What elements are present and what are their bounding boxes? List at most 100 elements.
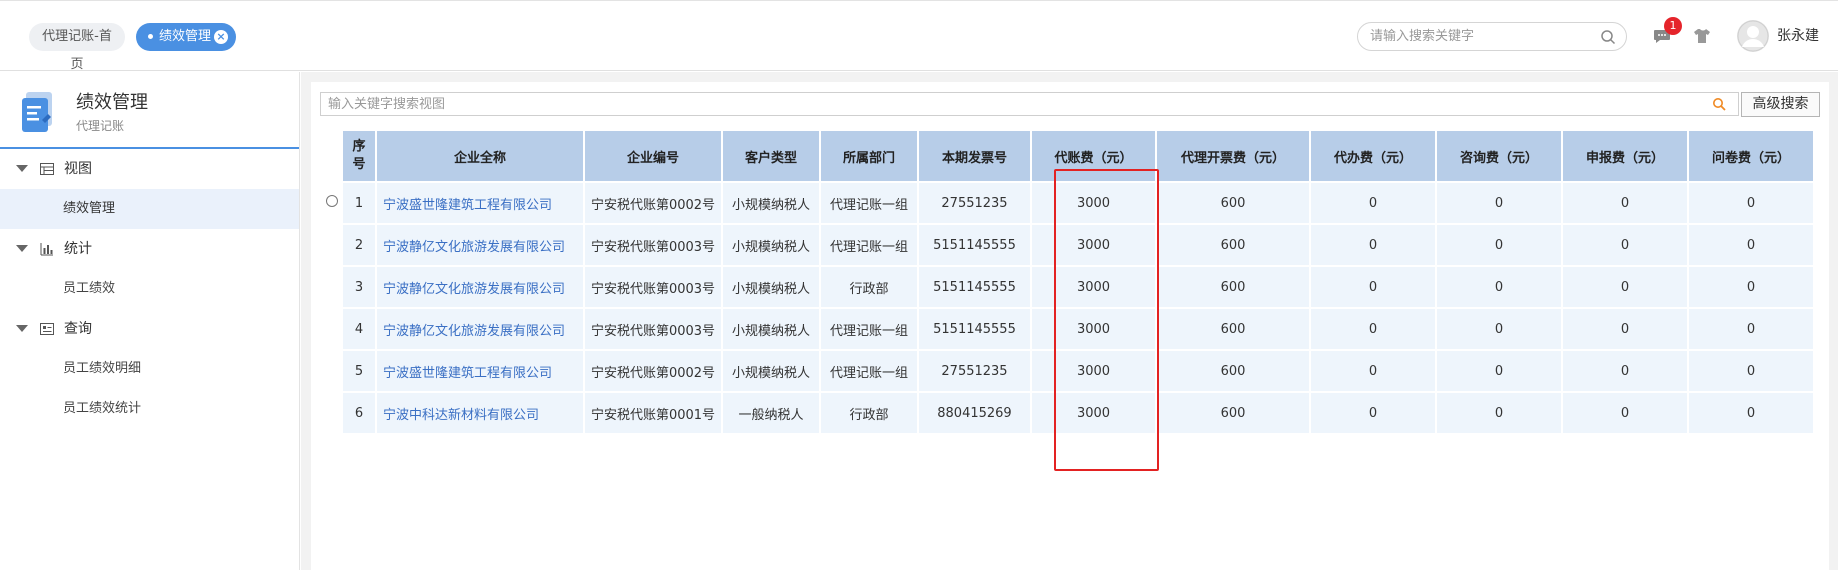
header-customer-type[interactable]: 客户类型 — [723, 131, 819, 181]
cell-invoice-no: 5151145555 — [919, 309, 1030, 349]
cell-customer-type: 小规模纳税人 — [723, 351, 819, 391]
table-row[interactable]: 3 宁波静亿文化旅游发展有限公司 宁安税代账第0003号 小规模纳税人 行政部 … — [323, 267, 1813, 307]
cell-agency-fee: 0 — [1311, 183, 1435, 223]
performance-table: 序号 企业全称 企业编号 客户类型 所属部门 本期发票号 代账费（元） 代理开票… — [321, 129, 1815, 435]
cell-filing-fee: 0 — [1563, 309, 1687, 349]
cell-index: 4 — [343, 309, 375, 349]
header-company-no[interactable]: 企业编号 — [585, 131, 721, 181]
search-icon[interactable] — [1600, 29, 1616, 45]
active-dot — [148, 34, 153, 39]
top-bar: 代理记账-首页 绩效管理 × 1 张永建 — [0, 0, 1838, 72]
sidebar-group-view[interactable]: 视图 — [0, 149, 299, 189]
cell-invoice-no: 5151145555 — [919, 267, 1030, 307]
cell-department: 代理记账一组 — [821, 351, 917, 391]
header-department[interactable]: 所属部门 — [821, 131, 917, 181]
cell-survey-fee: 0 — [1689, 267, 1813, 307]
row-select-cell — [323, 393, 341, 433]
row-select-cell — [323, 183, 341, 223]
advanced-search-button[interactable]: 高级搜索 — [1741, 92, 1820, 117]
search-icon[interactable] — [1712, 97, 1726, 111]
view-search-input[interactable] — [328, 93, 1708, 116]
table-row[interactable]: 2 宁波静亿文化旅游发展有限公司 宁安税代账第0003号 小规模纳税人 代理记账… — [323, 225, 1813, 265]
table-row[interactable]: 4 宁波静亿文化旅游发展有限公司 宁安税代账第0003号 小规模纳税人 代理记账… — [323, 309, 1813, 349]
cell-company-name-link[interactable]: 宁波盛世隆建筑工程有限公司 — [377, 351, 583, 391]
bar-chart-icon — [40, 243, 53, 256]
cell-invoice-no: 27551235 — [919, 183, 1030, 223]
cell-invoicing-fee: 600 — [1157, 267, 1309, 307]
username[interactable]: 张永建 — [1777, 26, 1819, 46]
cell-filing-fee: 0 — [1563, 183, 1687, 223]
header-invoicing-fee[interactable]: 代理开票费（元） — [1157, 131, 1309, 181]
cell-company-name-link[interactable]: 宁波盛世隆建筑工程有限公司 — [377, 183, 583, 223]
cell-index: 1 — [343, 183, 375, 223]
sidebar-item-employee-performance[interactable]: 员工绩效 — [0, 269, 299, 309]
cell-company-name-link[interactable]: 宁波静亿文化旅游发展有限公司 — [377, 225, 583, 265]
tab-performance[interactable]: 绩效管理 × — [136, 23, 236, 51]
tab-performance-label: 绩效管理 — [159, 29, 212, 44]
table-row[interactable]: 6 宁波中科达新材料有限公司 宁安税代账第0001号 一般纳税人 行政部 880… — [323, 393, 1813, 433]
cell-company-no: 宁安税代账第0003号 — [585, 225, 721, 265]
header-company-name[interactable]: 企业全称 — [377, 131, 583, 181]
cell-accounting-fee: 3000 — [1032, 393, 1155, 433]
cell-index: 5 — [343, 351, 375, 391]
skin-icon[interactable] — [1692, 26, 1712, 46]
cell-invoice-no: 5151145555 — [919, 225, 1030, 265]
sidebar-item-performance[interactable]: 绩效管理 — [0, 189, 299, 229]
caret-down-icon — [16, 325, 28, 332]
caret-down-icon — [16, 165, 28, 172]
row-radio[interactable] — [326, 195, 338, 207]
table-row[interactable]: 5 宁波盛世隆建筑工程有限公司 宁安税代账第0002号 小规模纳税人 代理记账一… — [323, 351, 1813, 391]
cell-accounting-fee: 3000 — [1032, 267, 1155, 307]
avatar[interactable] — [1737, 20, 1769, 52]
cell-agency-fee: 0 — [1311, 225, 1435, 265]
cell-survey-fee: 0 — [1689, 225, 1813, 265]
header-index[interactable]: 序号 — [343, 131, 375, 181]
cell-department: 行政部 — [821, 267, 917, 307]
cell-company-no: 宁安税代账第0001号 — [585, 393, 721, 433]
cell-department: 代理记账一组 — [821, 225, 917, 265]
cell-survey-fee: 0 — [1689, 309, 1813, 349]
cell-consulting-fee: 0 — [1437, 267, 1561, 307]
header-agency-fee[interactable]: 代办费（元） — [1311, 131, 1435, 181]
cell-department: 代理记账一组 — [821, 309, 917, 349]
cell-consulting-fee: 0 — [1437, 393, 1561, 433]
cell-accounting-fee: 3000 — [1032, 351, 1155, 391]
cell-company-no: 宁安税代账第0003号 — [585, 267, 721, 307]
close-tab-icon[interactable]: × — [214, 30, 228, 44]
select-column-header — [323, 131, 341, 181]
table-row[interactable]: 1 宁波盛世隆建筑工程有限公司 宁安税代账第0002号 小规模纳税人 代理记账一… — [323, 183, 1813, 223]
header-accounting-fee[interactable]: 代账费（元） — [1032, 131, 1155, 181]
document-logo-icon — [22, 92, 52, 132]
user-avatar-icon — [1737, 20, 1769, 52]
sidebar: 绩效管理 代理记账 视图 绩效管理 统计 员工绩效 查询 员工绩效明细 员工绩效… — [0, 72, 300, 570]
sidebar-group-stats[interactable]: 统计 — [0, 229, 299, 269]
cell-invoice-no: 27551235 — [919, 351, 1030, 391]
header-index-label: 序号 — [352, 139, 366, 172]
query-icon — [40, 323, 54, 335]
header-filing-fee[interactable]: 申报费（元） — [1563, 131, 1687, 181]
cell-accounting-fee: 3000 — [1032, 225, 1155, 265]
cell-invoicing-fee: 600 — [1157, 225, 1309, 265]
sidebar-group-query[interactable]: 查询 — [0, 309, 299, 349]
header-survey-fee[interactable]: 问卷费（元） — [1689, 131, 1813, 181]
cell-survey-fee: 0 — [1689, 351, 1813, 391]
global-search-input[interactable] — [1370, 23, 1590, 50]
header-consulting-fee[interactable]: 咨询费（元） — [1437, 131, 1561, 181]
cell-consulting-fee: 0 — [1437, 309, 1561, 349]
row-select-cell — [323, 351, 341, 391]
tab-home[interactable]: 代理记账-首页 — [29, 23, 125, 72]
cell-index: 3 — [343, 267, 375, 307]
sidebar-item-performance-stats[interactable]: 员工绩效统计 — [0, 389, 299, 429]
cell-department: 行政部 — [821, 393, 917, 433]
sidebar-item-performance-detail[interactable]: 员工绩效明细 — [0, 349, 299, 389]
cell-invoicing-fee: 600 — [1157, 393, 1309, 433]
sidebar-group-label: 统计 — [64, 241, 92, 257]
cell-customer-type: 小规模纳税人 — [723, 225, 819, 265]
cell-company-name-link[interactable]: 宁波静亿文化旅游发展有限公司 — [377, 309, 583, 349]
cell-company-name-link[interactable]: 宁波中科达新材料有限公司 — [377, 393, 583, 433]
cell-agency-fee: 0 — [1311, 351, 1435, 391]
cell-company-name-link[interactable]: 宁波静亿文化旅游发展有限公司 — [377, 267, 583, 307]
header-invoice-no[interactable]: 本期发票号 — [919, 131, 1030, 181]
cell-filing-fee: 0 — [1563, 225, 1687, 265]
cell-department: 代理记账一组 — [821, 183, 917, 223]
